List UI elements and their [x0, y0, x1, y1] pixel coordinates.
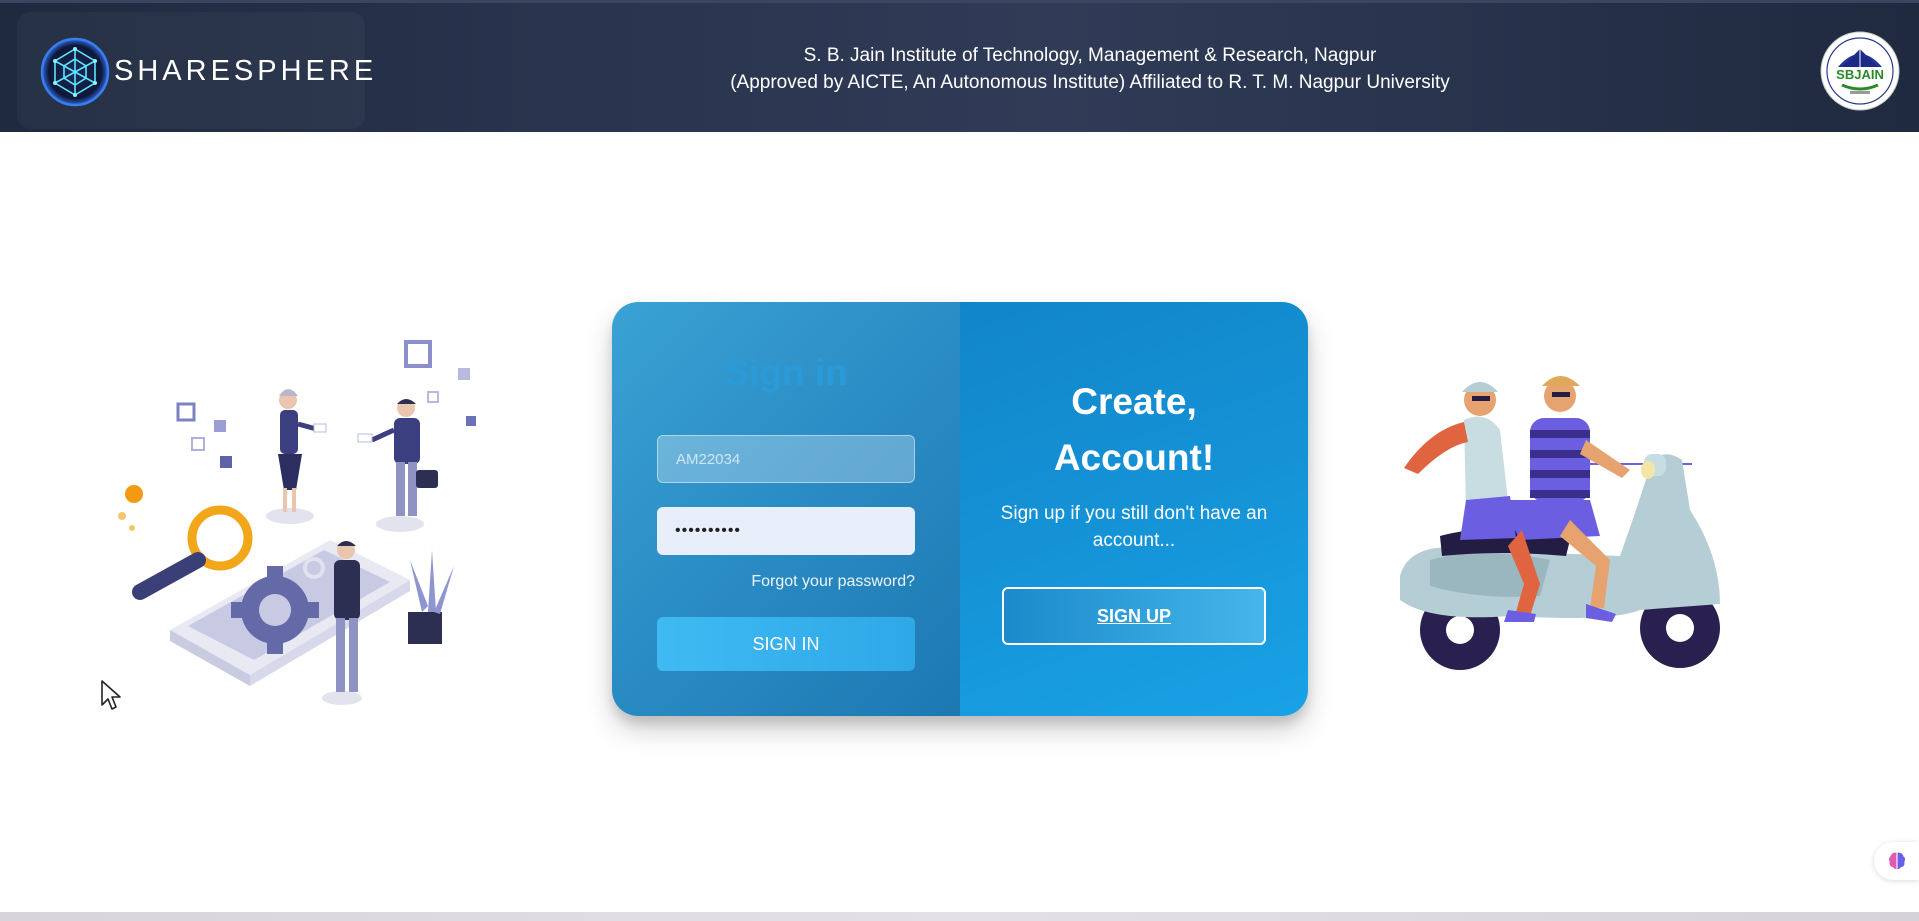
mouse-pointer-icon	[101, 680, 121, 710]
create-account-title: Create, Account!	[960, 374, 1308, 486]
signup-subtitle: Sign up if you still don't have an accou…	[1000, 503, 1268, 551]
team-collaboration-illustration	[118, 340, 476, 705]
username-input[interactable]	[657, 435, 915, 483]
institute-name: S. B. Jain Institute of Technology, Mana…	[803, 45, 1377, 66]
brand-logo-box[interactable]: SHARESPHERE	[18, 13, 373, 128]
create-account-title-text: Create, Account!	[1053, 381, 1215, 478]
brain-icon	[1888, 852, 1906, 870]
brand-name: SHARESPHERE	[114, 55, 378, 87]
forgot-password-link[interactable]: Forgot your password?	[657, 573, 915, 591]
sbjain-logo-icon: SBJAIN	[1820, 31, 1900, 111]
scooter-riders-illustration	[1400, 376, 1720, 670]
bottom-strip	[0, 912, 1919, 921]
signup-panel: Create, Account! Sign up if you still do…	[960, 302, 1308, 716]
sharesphere-logo-icon	[40, 37, 110, 107]
signup-button[interactable]: SIGN UP	[1002, 587, 1266, 645]
assistant-button[interactable]	[1874, 842, 1919, 880]
signin-panel: Sign in Forgot your password? SIGN IN	[612, 302, 960, 716]
signin-button[interactable]: SIGN IN	[657, 617, 915, 671]
institute-logo-text: SBJAIN	[1836, 67, 1884, 82]
signin-title: Sign in	[724, 352, 848, 393]
top-header: SHARESPHERE S. B. Jain Institute of Tech…	[0, 0, 1919, 132]
auth-card: Sign in Forgot your password? SIGN IN Cr…	[612, 302, 1308, 716]
institute-affiliation: (Approved by AICTE, An Autonomous Instit…	[730, 72, 1450, 93]
password-input[interactable]	[657, 507, 915, 555]
